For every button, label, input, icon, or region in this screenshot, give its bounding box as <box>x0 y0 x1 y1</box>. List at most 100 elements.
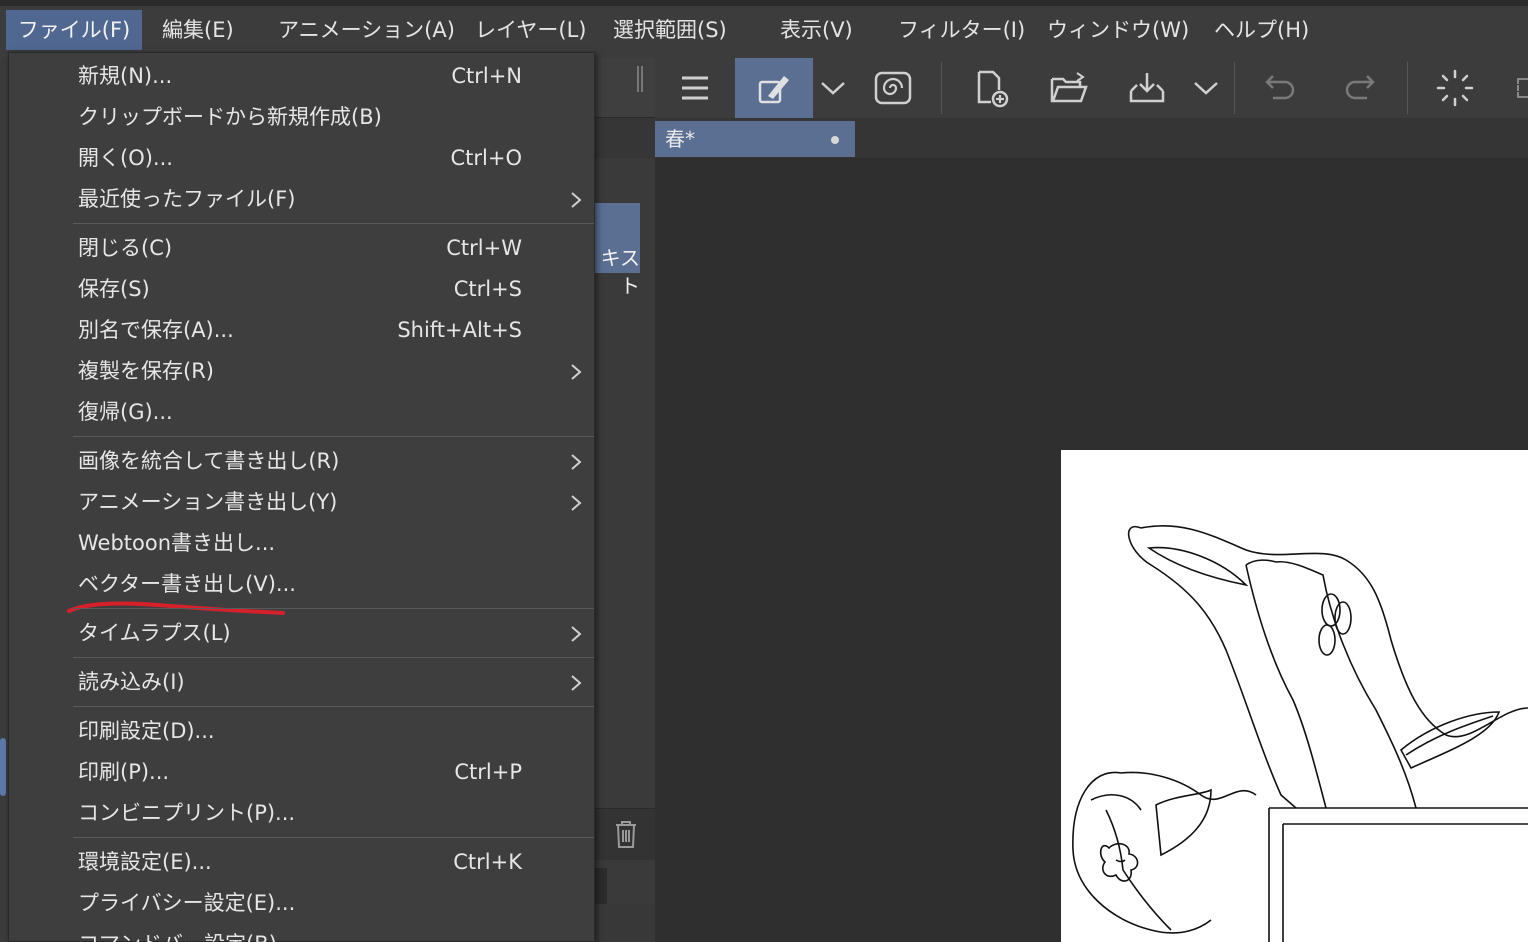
menu-item-shortcut: Shift+Alt+S <box>397 318 522 342</box>
document-tab-title: 春* <box>665 127 695 151</box>
menu-item-new[interactable]: 新規(N)... Ctrl+N <box>9 56 594 97</box>
menu-item-close[interactable]: 閉じる(C) Ctrl+W <box>9 228 594 269</box>
menu-item-label: コンビニプリント(P)... <box>78 801 296 825</box>
menu-item-label: アニメーション書き出し(Y) <box>78 490 338 514</box>
title-strip <box>0 0 1528 6</box>
menu-item-label: 保存(S) <box>78 277 150 301</box>
menu-item-timelapse[interactable]: タイムラプス(L) <box>9 613 594 654</box>
menu-item-label: 閉じる(C) <box>78 236 173 260</box>
document-tab[interactable]: 春* <box>655 121 855 157</box>
menu-bar: ファイル(F) 編集(E) アニメーション(A) レイヤー(L) 選択範囲(S)… <box>0 0 1528 58</box>
menu-item-open[interactable]: 開く(O)... Ctrl+O <box>9 138 594 179</box>
menu-item-preferences[interactable]: 環境設定(E)... Ctrl+K <box>9 842 594 883</box>
hamburger-menu-icon[interactable] <box>665 58 725 118</box>
menu-layer[interactable]: レイヤー(L) <box>475 10 586 50</box>
menu-item-label: 復帰(G)... <box>78 400 173 424</box>
chevron-right-icon <box>571 192 582 208</box>
menu-item-webtoon-export[interactable]: Webtoon書き出し... <box>9 523 594 564</box>
menu-item-export-single-layer[interactable]: 画像を統合して書き出し(R) <box>9 441 594 482</box>
menu-separator <box>73 657 594 658</box>
panel-footer <box>595 808 655 860</box>
layer-panel: キスト <box>595 58 655 942</box>
canvas-area[interactable] <box>655 158 1528 942</box>
chevron-down-icon[interactable] <box>1186 58 1226 118</box>
menu-filter[interactable]: フィルター(I) <box>898 10 1025 50</box>
toolbar-separator <box>941 62 942 114</box>
menu-item-label: 最近使ったファイル(F) <box>78 187 296 211</box>
menu-item-shortcut: Ctrl+P <box>454 760 522 784</box>
chevron-right-icon <box>571 626 582 642</box>
menu-item-save-duplicate[interactable]: 複製を保存(R) <box>9 351 594 392</box>
menu-window[interactable]: ウィンドウ(W) <box>1047 10 1189 50</box>
menu-view[interactable]: 表示(V) <box>780 10 853 50</box>
menu-animation[interactable]: アニメーション(A) <box>278 10 455 50</box>
left-panel-strip <box>0 58 8 942</box>
chevron-right-icon <box>571 454 582 470</box>
drawing-canvas[interactable] <box>1061 450 1528 942</box>
menu-item-label: 読み込み(I) <box>78 670 185 694</box>
menu-help[interactable]: ヘルプ(H) <box>1214 10 1309 50</box>
menu-item-export-animation[interactable]: アニメーション書き出し(Y) <box>9 482 594 523</box>
menu-item-convenience-print[interactable]: コンビニプリント(P)... <box>9 793 594 834</box>
pen-tool-icon[interactable] <box>735 58 813 118</box>
toolbar-overflow-icon[interactable] <box>1517 78 1528 98</box>
open-folder-icon[interactable] <box>1039 58 1099 118</box>
grip-handle-icon[interactable] <box>637 66 643 92</box>
menu-item-label: 画像を統合して書き出し(R) <box>78 449 340 473</box>
loading-spinner-icon[interactable] <box>1425 58 1485 118</box>
chevron-down-icon[interactable] <box>813 58 853 118</box>
menu-item-label: 印刷(P)... <box>78 760 170 784</box>
panel-bottom-area <box>595 904 655 942</box>
panel-tab-handle[interactable] <box>0 738 6 796</box>
save-download-icon[interactable] <box>1117 58 1177 118</box>
chevron-right-icon <box>571 495 582 511</box>
menu-separator <box>73 706 594 707</box>
menu-file[interactable]: ファイル(F) <box>6 10 142 50</box>
toolbar-separator <box>1407 62 1408 114</box>
menu-item-label: 別名で保存(A)... <box>78 318 234 342</box>
chevron-right-icon <box>571 675 582 691</box>
menu-item-recent-files[interactable]: 最近使ったファイル(F) <box>9 179 594 220</box>
menu-item-print-settings[interactable]: 印刷設定(D)... <box>9 711 594 752</box>
menu-item-save[interactable]: 保存(S) Ctrl+S <box>9 269 594 310</box>
menu-item-shortcut: Ctrl+S <box>453 277 522 301</box>
new-file-icon[interactable] <box>961 58 1021 118</box>
menu-item-label: 複製を保存(R) <box>78 359 214 383</box>
menu-item-label: プライバシー設定(E)... <box>78 891 296 915</box>
menu-selection[interactable]: 選択範囲(S) <box>613 10 727 50</box>
trash-icon[interactable] <box>613 819 639 849</box>
file-dropdown-menu: 新規(N)... Ctrl+N クリップボードから新規作成(B) 開く(O)..… <box>8 52 595 942</box>
menu-item-label: コマンドバー設定(B)... <box>78 924 297 942</box>
menu-item-label: 開く(O)... <box>78 146 173 170</box>
panel-divider <box>595 868 607 904</box>
menu-item-import[interactable]: 読み込み(I) <box>9 662 594 703</box>
menu-item-save-as[interactable]: 別名で保存(A)... Shift+Alt+S <box>9 310 594 351</box>
menu-item-label: Webtoon書き出し... <box>78 531 276 555</box>
menu-item-shortcut: Ctrl+O <box>450 146 523 170</box>
command-bar <box>655 58 1528 118</box>
menu-separator <box>73 837 594 838</box>
toolbar-separator <box>1234 62 1235 114</box>
menu-separator <box>73 608 594 609</box>
menu-item-new-from-clipboard[interactable]: クリップボードから新規作成(B) <box>9 97 594 138</box>
menu-separator <box>73 223 594 224</box>
menu-edit[interactable]: 編集(E) <box>162 10 234 50</box>
undo-icon[interactable] <box>1251 58 1311 118</box>
menu-item-label: 印刷設定(D)... <box>78 719 215 743</box>
menu-item-privacy-settings[interactable]: プライバシー設定(E)... <box>9 883 594 924</box>
menu-separator <box>73 436 594 437</box>
menu-item-shortcut: Ctrl+W <box>446 236 522 260</box>
panel-header <box>595 58 655 118</box>
redo-icon[interactable] <box>1329 58 1389 118</box>
modified-dot-icon[interactable] <box>831 136 839 144</box>
menu-item-command-bar-settings[interactable]: コマンドバー設定(B)... <box>9 924 594 942</box>
spiral-icon[interactable] <box>863 58 923 118</box>
menu-item-print[interactable]: 印刷(P)... Ctrl+P <box>9 752 594 793</box>
chevron-right-icon <box>571 364 582 380</box>
menu-item-revert[interactable]: 復帰(G)... <box>9 392 594 433</box>
menu-item-shortcut: Ctrl+K <box>453 850 522 874</box>
panel-toolbar <box>595 118 655 158</box>
menu-item-shortcut: Ctrl+N <box>451 64 522 88</box>
menu-item-label: 環境設定(E)... <box>78 850 212 874</box>
menu-item-label: 新規(N)... <box>78 64 173 88</box>
